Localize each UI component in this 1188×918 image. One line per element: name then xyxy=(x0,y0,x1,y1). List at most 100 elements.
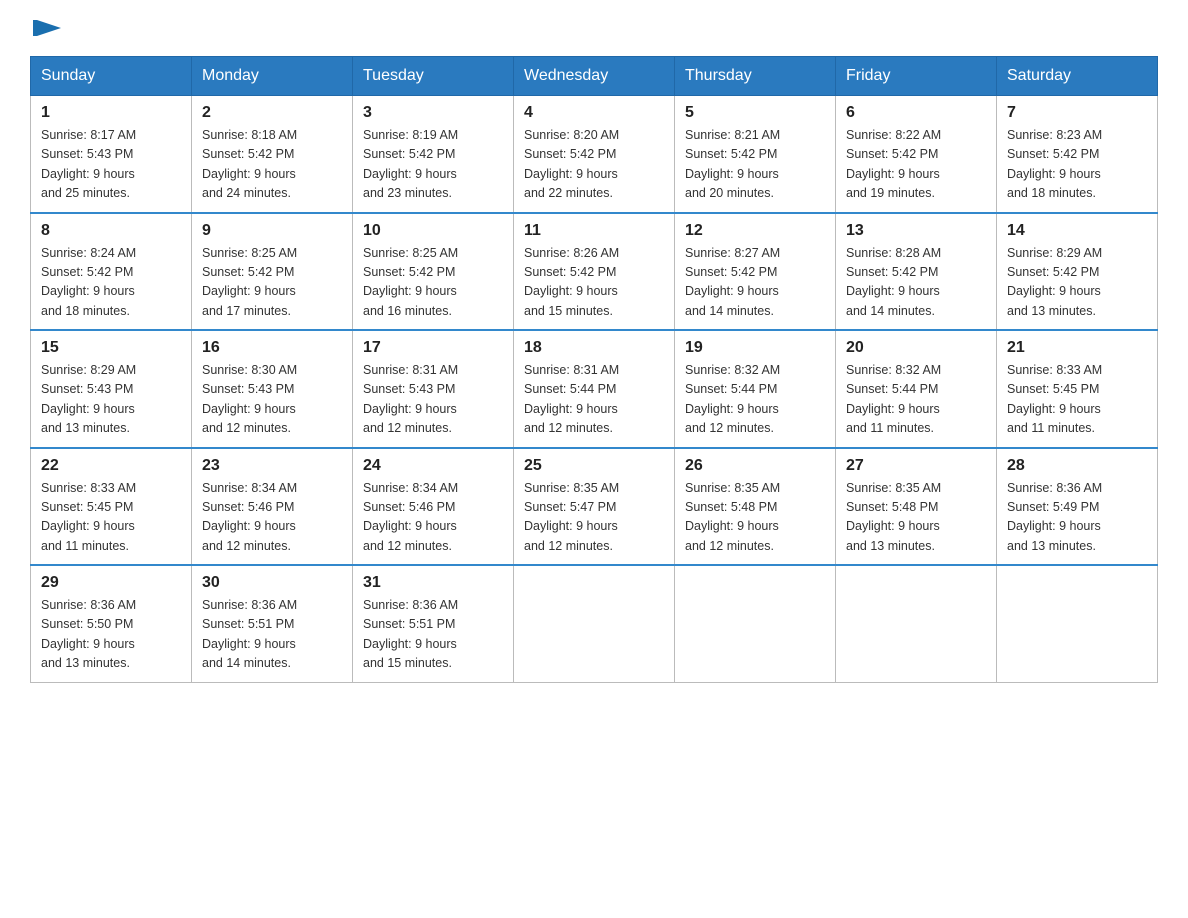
calendar-cell: 24 Sunrise: 8:34 AMSunset: 5:46 PMDaylig… xyxy=(353,448,514,566)
calendar-cell: 19 Sunrise: 8:32 AMSunset: 5:44 PMDaylig… xyxy=(675,330,836,448)
weekday-header-tuesday: Tuesday xyxy=(353,57,514,96)
day-info: Sunrise: 8:36 AMSunset: 5:51 PMDaylight:… xyxy=(202,598,297,670)
day-info: Sunrise: 8:26 AMSunset: 5:42 PMDaylight:… xyxy=(524,246,619,318)
day-info: Sunrise: 8:23 AMSunset: 5:42 PMDaylight:… xyxy=(1007,128,1102,200)
day-info: Sunrise: 8:20 AMSunset: 5:42 PMDaylight:… xyxy=(524,128,619,200)
day-number: 22 xyxy=(41,457,181,475)
calendar-cell: 23 Sunrise: 8:34 AMSunset: 5:46 PMDaylig… xyxy=(192,448,353,566)
day-info: Sunrise: 8:30 AMSunset: 5:43 PMDaylight:… xyxy=(202,363,297,435)
day-number: 24 xyxy=(363,457,503,475)
day-info: Sunrise: 8:34 AMSunset: 5:46 PMDaylight:… xyxy=(202,481,297,553)
calendar-week-row: 29 Sunrise: 8:36 AMSunset: 5:50 PMDaylig… xyxy=(31,565,1158,682)
day-info: Sunrise: 8:29 AMSunset: 5:43 PMDaylight:… xyxy=(41,363,136,435)
day-info: Sunrise: 8:21 AMSunset: 5:42 PMDaylight:… xyxy=(685,128,780,200)
day-number: 6 xyxy=(846,104,986,122)
calendar-cell: 26 Sunrise: 8:35 AMSunset: 5:48 PMDaylig… xyxy=(675,448,836,566)
calendar-cell: 12 Sunrise: 8:27 AMSunset: 5:42 PMDaylig… xyxy=(675,213,836,331)
day-info: Sunrise: 8:32 AMSunset: 5:44 PMDaylight:… xyxy=(685,363,780,435)
day-info: Sunrise: 8:35 AMSunset: 5:47 PMDaylight:… xyxy=(524,481,619,553)
day-number: 17 xyxy=(363,339,503,357)
calendar-cell: 13 Sunrise: 8:28 AMSunset: 5:42 PMDaylig… xyxy=(836,213,997,331)
day-number: 11 xyxy=(524,222,664,240)
calendar-cell: 9 Sunrise: 8:25 AMSunset: 5:42 PMDayligh… xyxy=(192,213,353,331)
day-number: 19 xyxy=(685,339,825,357)
day-info: Sunrise: 8:33 AMSunset: 5:45 PMDaylight:… xyxy=(41,481,136,553)
day-number: 7 xyxy=(1007,104,1147,122)
day-number: 25 xyxy=(524,457,664,475)
calendar-cell: 16 Sunrise: 8:30 AMSunset: 5:43 PMDaylig… xyxy=(192,330,353,448)
day-number: 8 xyxy=(41,222,181,240)
day-info: Sunrise: 8:31 AMSunset: 5:43 PMDaylight:… xyxy=(363,363,458,435)
calendar-cell: 30 Sunrise: 8:36 AMSunset: 5:51 PMDaylig… xyxy=(192,565,353,682)
calendar-cell xyxy=(836,565,997,682)
calendar-cell: 4 Sunrise: 8:20 AMSunset: 5:42 PMDayligh… xyxy=(514,96,675,213)
calendar-cell: 21 Sunrise: 8:33 AMSunset: 5:45 PMDaylig… xyxy=(997,330,1158,448)
day-info: Sunrise: 8:35 AMSunset: 5:48 PMDaylight:… xyxy=(846,481,941,553)
day-info: Sunrise: 8:25 AMSunset: 5:42 PMDaylight:… xyxy=(202,246,297,318)
day-number: 26 xyxy=(685,457,825,475)
calendar-cell: 17 Sunrise: 8:31 AMSunset: 5:43 PMDaylig… xyxy=(353,330,514,448)
day-info: Sunrise: 8:32 AMSunset: 5:44 PMDaylight:… xyxy=(846,363,941,435)
logo-flag-icon xyxy=(33,20,61,42)
calendar-cell: 18 Sunrise: 8:31 AMSunset: 5:44 PMDaylig… xyxy=(514,330,675,448)
calendar-cell: 6 Sunrise: 8:22 AMSunset: 5:42 PMDayligh… xyxy=(836,96,997,213)
day-info: Sunrise: 8:29 AMSunset: 5:42 PMDaylight:… xyxy=(1007,246,1102,318)
day-number: 13 xyxy=(846,222,986,240)
day-number: 29 xyxy=(41,574,181,592)
day-number: 1 xyxy=(41,104,181,122)
day-number: 30 xyxy=(202,574,342,592)
calendar-cell: 22 Sunrise: 8:33 AMSunset: 5:45 PMDaylig… xyxy=(31,448,192,566)
day-number: 21 xyxy=(1007,339,1147,357)
page-header xyxy=(30,20,1158,38)
day-info: Sunrise: 8:22 AMSunset: 5:42 PMDaylight:… xyxy=(846,128,941,200)
calendar-cell xyxy=(514,565,675,682)
weekday-header-sunday: Sunday xyxy=(31,57,192,96)
day-info: Sunrise: 8:33 AMSunset: 5:45 PMDaylight:… xyxy=(1007,363,1102,435)
day-number: 15 xyxy=(41,339,181,357)
calendar-cell: 3 Sunrise: 8:19 AMSunset: 5:42 PMDayligh… xyxy=(353,96,514,213)
calendar-cell: 31 Sunrise: 8:36 AMSunset: 5:51 PMDaylig… xyxy=(353,565,514,682)
day-info: Sunrise: 8:31 AMSunset: 5:44 PMDaylight:… xyxy=(524,363,619,435)
calendar-cell: 29 Sunrise: 8:36 AMSunset: 5:50 PMDaylig… xyxy=(31,565,192,682)
calendar-week-row: 15 Sunrise: 8:29 AMSunset: 5:43 PMDaylig… xyxy=(31,330,1158,448)
day-number: 2 xyxy=(202,104,342,122)
calendar-cell: 10 Sunrise: 8:25 AMSunset: 5:42 PMDaylig… xyxy=(353,213,514,331)
calendar-table: SundayMondayTuesdayWednesdayThursdayFrid… xyxy=(30,56,1158,683)
day-number: 14 xyxy=(1007,222,1147,240)
day-info: Sunrise: 8:24 AMSunset: 5:42 PMDaylight:… xyxy=(41,246,136,318)
calendar-cell: 2 Sunrise: 8:18 AMSunset: 5:42 PMDayligh… xyxy=(192,96,353,213)
weekday-header-row: SundayMondayTuesdayWednesdayThursdayFrid… xyxy=(31,57,1158,96)
day-info: Sunrise: 8:28 AMSunset: 5:42 PMDaylight:… xyxy=(846,246,941,318)
weekday-header-thursday: Thursday xyxy=(675,57,836,96)
day-number: 10 xyxy=(363,222,503,240)
day-number: 20 xyxy=(846,339,986,357)
day-info: Sunrise: 8:17 AMSunset: 5:43 PMDaylight:… xyxy=(41,128,136,200)
weekday-header-friday: Friday xyxy=(836,57,997,96)
day-number: 28 xyxy=(1007,457,1147,475)
day-number: 18 xyxy=(524,339,664,357)
day-number: 5 xyxy=(685,104,825,122)
calendar-cell: 1 Sunrise: 8:17 AMSunset: 5:43 PMDayligh… xyxy=(31,96,192,213)
day-number: 27 xyxy=(846,457,986,475)
calendar-cell: 20 Sunrise: 8:32 AMSunset: 5:44 PMDaylig… xyxy=(836,330,997,448)
day-number: 31 xyxy=(363,574,503,592)
day-number: 12 xyxy=(685,222,825,240)
calendar-week-row: 22 Sunrise: 8:33 AMSunset: 5:45 PMDaylig… xyxy=(31,448,1158,566)
day-info: Sunrise: 8:18 AMSunset: 5:42 PMDaylight:… xyxy=(202,128,297,200)
calendar-cell: 14 Sunrise: 8:29 AMSunset: 5:42 PMDaylig… xyxy=(997,213,1158,331)
weekday-header-wednesday: Wednesday xyxy=(514,57,675,96)
weekday-header-monday: Monday xyxy=(192,57,353,96)
day-number: 9 xyxy=(202,222,342,240)
day-number: 16 xyxy=(202,339,342,357)
calendar-week-row: 1 Sunrise: 8:17 AMSunset: 5:43 PMDayligh… xyxy=(31,96,1158,213)
day-number: 4 xyxy=(524,104,664,122)
calendar-cell: 11 Sunrise: 8:26 AMSunset: 5:42 PMDaylig… xyxy=(514,213,675,331)
day-info: Sunrise: 8:36 AMSunset: 5:51 PMDaylight:… xyxy=(363,598,458,670)
day-info: Sunrise: 8:27 AMSunset: 5:42 PMDaylight:… xyxy=(685,246,780,318)
day-info: Sunrise: 8:36 AMSunset: 5:49 PMDaylight:… xyxy=(1007,481,1102,553)
calendar-cell: 7 Sunrise: 8:23 AMSunset: 5:42 PMDayligh… xyxy=(997,96,1158,213)
calendar-week-row: 8 Sunrise: 8:24 AMSunset: 5:42 PMDayligh… xyxy=(31,213,1158,331)
calendar-cell: 15 Sunrise: 8:29 AMSunset: 5:43 PMDaylig… xyxy=(31,330,192,448)
day-info: Sunrise: 8:19 AMSunset: 5:42 PMDaylight:… xyxy=(363,128,458,200)
weekday-header-saturday: Saturday xyxy=(997,57,1158,96)
